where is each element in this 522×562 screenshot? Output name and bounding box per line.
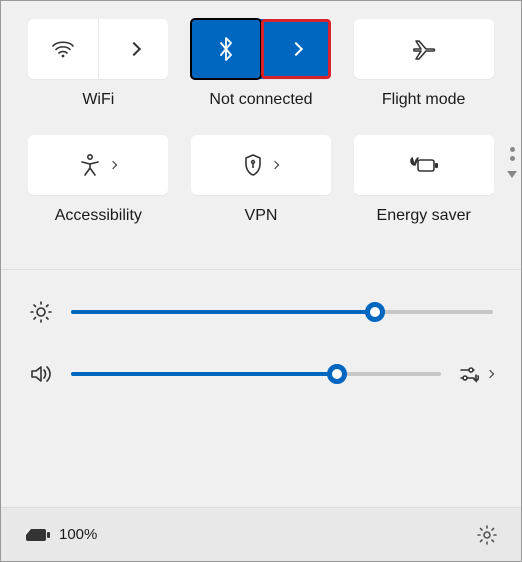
shield-icon: [244, 154, 262, 176]
wifi-icon: [52, 40, 74, 58]
battery-icon: [25, 527, 51, 543]
audio-output-select[interactable]: [459, 365, 493, 383]
sliders-section: [1, 269, 521, 418]
wifi-label: WiFi: [82, 91, 114, 109]
vpn-tile[interactable]: [191, 135, 331, 195]
accessibility-tile[interactable]: [28, 135, 168, 195]
panel-overflow[interactable]: [507, 147, 517, 178]
accessibility-label: Accessibility: [55, 207, 142, 225]
wifi-tile: [28, 19, 168, 79]
chevron-right-icon: [109, 161, 117, 169]
vpn-label: VPN: [245, 207, 278, 225]
flight-tile-wrap: Flight mode: [350, 19, 497, 127]
brightness-slider[interactable]: [71, 310, 493, 314]
chevron-right-icon: [486, 370, 494, 378]
flight-label: Flight mode: [382, 91, 466, 109]
wifi-toggle[interactable]: [28, 19, 99, 79]
accessibility-tile-wrap: Accessibility: [25, 135, 172, 243]
energy-toggle[interactable]: [354, 135, 494, 195]
bluetooth-icon: [219, 37, 233, 61]
caret-down-icon: [507, 171, 517, 178]
volume-slider[interactable]: [71, 372, 441, 376]
bluetooth-label: Not connected: [209, 91, 312, 109]
wifi-expand[interactable]: [99, 19, 169, 79]
airplane-icon: [411, 38, 437, 60]
footer-bar: 100%: [1, 507, 521, 561]
bluetooth-tile: [191, 19, 331, 79]
bluetooth-expand[interactable]: [261, 19, 331, 79]
tiles-grid: WiFi Not connected: [25, 19, 497, 243]
brightness-row: [29, 300, 493, 324]
energy-label: Energy saver: [377, 207, 471, 225]
flight-toggle[interactable]: [354, 19, 494, 79]
dot-icon: [510, 156, 515, 161]
vpn-tile-wrap: VPN: [188, 135, 335, 243]
accessibility-icon: [80, 154, 100, 176]
dot-icon: [510, 147, 515, 152]
settings-button[interactable]: [477, 525, 497, 545]
gear-icon: [477, 525, 497, 545]
chevron-right-icon: [289, 42, 303, 56]
chevron-right-icon: [271, 161, 279, 169]
bluetooth-toggle[interactable]: [191, 19, 262, 79]
battery-percent: 100%: [59, 526, 97, 543]
quick-settings-panel: WiFi Not connected: [1, 1, 521, 243]
wifi-tile-wrap: WiFi: [25, 19, 172, 127]
bluetooth-tile-wrap: Not connected: [188, 19, 335, 127]
brightness-icon: [29, 300, 53, 324]
energy-tile-wrap: Energy saver: [350, 135, 497, 243]
volume-row: [29, 362, 493, 386]
battery-leaf-icon: [409, 155, 439, 175]
mixer-icon: [459, 365, 479, 383]
speaker-icon: [29, 362, 53, 386]
battery-status[interactable]: 100%: [25, 526, 97, 543]
chevron-right-icon: [127, 42, 141, 56]
